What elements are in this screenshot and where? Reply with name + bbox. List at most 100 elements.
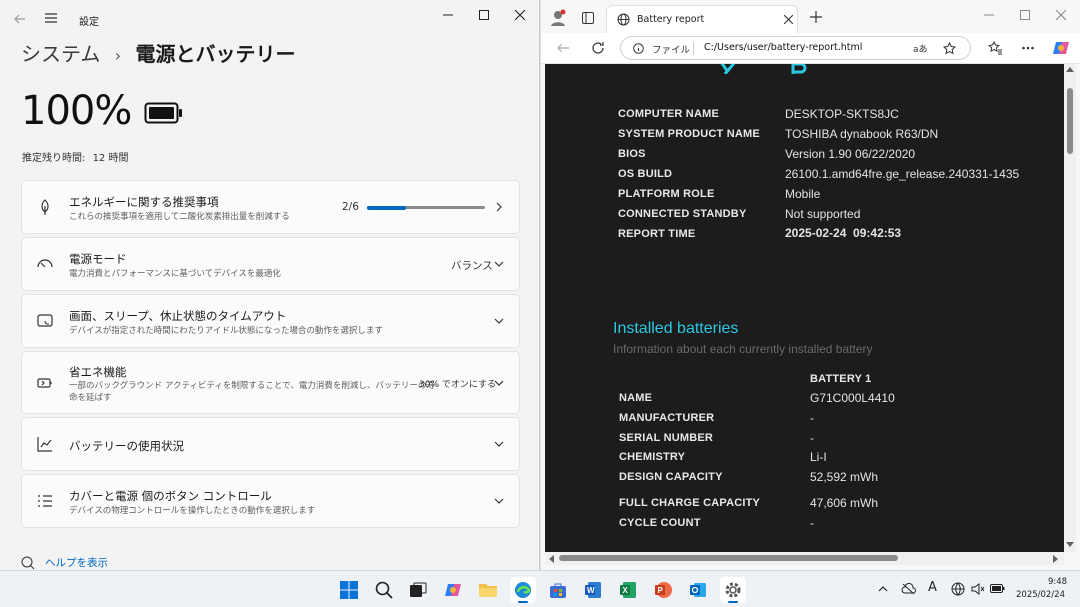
chevron-down-icon (494, 318, 504, 324)
excel-button[interactable]: X (615, 577, 641, 603)
maximize-button[interactable] (466, 0, 502, 30)
svg-text:W: W (587, 586, 595, 595)
clock-date[interactable]: 2025/02/24 (1016, 590, 1065, 600)
battery-key: CYCLE COUNT (619, 517, 701, 529)
task-view-button[interactable] (405, 577, 431, 603)
svg-text:X: X (623, 586, 629, 595)
network-icon[interactable] (951, 582, 966, 596)
close-tab-icon[interactable] (784, 15, 793, 24)
refresh-icon[interactable] (591, 41, 605, 55)
energy-saver-card[interactable]: 省エネ機能 一部のバックグラウンド アクティビティを制限することで、電力消費を削… (21, 351, 520, 414)
file-explorer-button[interactable] (475, 577, 501, 603)
volume-muted-icon[interactable] (971, 583, 985, 595)
address-bar[interactable]: ファイル C:/Users/user/battery-report.html a… (620, 36, 971, 60)
horizontal-scrollbar[interactable] (545, 552, 1064, 565)
horizontal-scroll-thumb[interactable] (559, 555, 898, 561)
breadcrumb-root[interactable]: システム (21, 42, 100, 66)
chevron-down-icon (494, 498, 504, 504)
read-aloud-icon[interactable]: aあ (913, 42, 928, 55)
back-arrow-icon[interactable] (557, 42, 570, 54)
edge-minimize-button[interactable] (971, 0, 1007, 30)
tab-actions-button[interactable] (582, 12, 594, 24)
battery-value: 47,606 mWh (810, 496, 879, 510)
scroll-right-arrow[interactable] (1053, 555, 1058, 563)
battery-usage-card[interactable]: バッテリーの使用状況 (21, 417, 520, 471)
info-value: DESKTOP-SKTS8JC (785, 107, 899, 121)
tab-actions-icon (582, 12, 594, 24)
battery-value: G71C000L4410 (810, 391, 895, 405)
battery-key: FULL CHARGE CAPACITY (619, 497, 761, 509)
power-mode-select[interactable]: バランス (451, 258, 493, 273)
star-icon[interactable] (943, 42, 956, 55)
start-button[interactable] (336, 577, 362, 603)
address-scheme: ファイル (652, 45, 691, 56)
close-button[interactable] (502, 0, 538, 30)
info-value: 2025-02-24 09:42:53 (785, 226, 902, 240)
address-divider (693, 42, 694, 55)
screen-sleep-card[interactable]: 画面、スリープ、休止状態のタイムアウト デバイスが指定された時間にわたりアイドル… (21, 294, 520, 348)
copilot-icon (445, 584, 461, 596)
vertical-scrollbar[interactable] (1064, 64, 1076, 552)
outlook-button[interactable] (685, 577, 711, 603)
leaf-icon (41, 199, 49, 215)
tab-title: Battery report (637, 14, 705, 25)
maximize-icon (479, 10, 489, 20)
tab-battery-report[interactable]: Battery report (606, 5, 798, 33)
info-value: Mobile (785, 187, 821, 201)
info-key: SYSTEM PRODUCT NAME (618, 128, 760, 140)
lid-power-button-card[interactable]: カバーと電源 個のボタン コントロール デバイスの物理コントロールを操作したとき… (21, 474, 520, 528)
chevron-up-icon[interactable] (878, 585, 888, 593)
battery-saver-icon (37, 377, 52, 388)
search-button[interactable] (371, 577, 397, 603)
remaining-value: 12 時間 (92, 153, 129, 164)
favorites-icon[interactable] (988, 41, 1002, 55)
info-key: REPORT TIME (618, 228, 696, 240)
battery-key: SERIAL NUMBER (619, 432, 714, 444)
progress-fill (367, 205, 407, 210)
help-link[interactable]: ヘルプを表示 (21, 555, 108, 570)
card-title: 画面、スリープ、休止状態のタイムアウト (69, 309, 287, 323)
card-title: 省エネ機能 (69, 365, 127, 379)
taskbar: W X P A 9:48 2025/02/24 (0, 570, 1080, 607)
ime-indicator[interactable]: A (928, 580, 937, 595)
scroll-left-arrow[interactable] (549, 555, 554, 563)
scroll-down-arrow[interactable] (1066, 542, 1074, 547)
profile-button[interactable] (549, 9, 567, 27)
chevron-right-icon (496, 202, 502, 212)
store-button[interactable] (545, 577, 571, 603)
menu-button[interactable] (44, 12, 58, 24)
card-title: バッテリーの使用状況 (69, 439, 184, 453)
edge-taskbar-button[interactable] (510, 577, 536, 603)
card-subtitle: 電力消費とパフォーマンスに基づいてデバイスを最適化 (69, 269, 281, 279)
help-icon (21, 556, 35, 569)
new-tab-button[interactable] (810, 11, 822, 23)
info-icon[interactable] (633, 43, 644, 54)
vertical-scroll-thumb[interactable] (1067, 88, 1073, 154)
search-icon (375, 581, 393, 599)
energy-saver-threshold[interactable]: 30% でオンにする (419, 377, 496, 390)
remaining-time: 推定残り時間: 12 時間 (22, 149, 128, 164)
battery-icon[interactable] (990, 584, 1005, 593)
clock-time[interactable]: 9:48 (1048, 577, 1067, 587)
edge-maximize-button[interactable] (1007, 0, 1043, 30)
store-icon (550, 583, 566, 598)
scroll-up-arrow[interactable] (1066, 67, 1074, 72)
power-mode-card[interactable]: 電源モード 電力消費とパフォーマンスに基づいてデバイスを最適化 バランス (21, 237, 520, 291)
minimize-button[interactable] (430, 0, 466, 30)
arrow-left-icon (14, 14, 25, 24)
settings-taskbar-button[interactable] (720, 577, 746, 603)
back-button[interactable] (10, 10, 30, 28)
word-button[interactable]: W (580, 577, 606, 603)
active-indicator (518, 601, 528, 603)
edge-close-button[interactable] (1043, 0, 1079, 30)
cloud-off-icon[interactable] (901, 583, 916, 595)
more-icon[interactable] (1022, 46, 1034, 50)
copilot-icon[interactable] (1052, 39, 1070, 57)
powerpoint-button[interactable]: P (650, 577, 676, 603)
info-value: Version 1.90 06/22/2020 (785, 147, 916, 161)
excel-icon: X (620, 582, 636, 598)
progress-track (367, 205, 485, 210)
battery-key: MANUFACTURER (619, 412, 715, 424)
energy-recommendations-card[interactable]: エネルギーに関する推奨事項 これらの推奨事項を適用して二酸化炭素排出量を削減する… (21, 180, 520, 234)
copilot-taskbar-button[interactable] (440, 577, 466, 603)
